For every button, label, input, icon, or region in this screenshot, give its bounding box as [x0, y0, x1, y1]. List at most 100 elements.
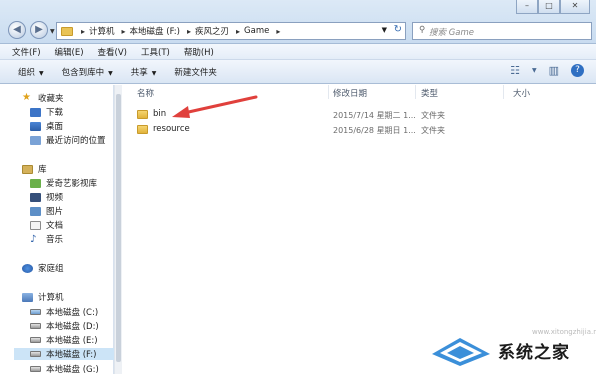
download-icon — [30, 107, 41, 117]
caret-down-icon: ▼ — [108, 69, 113, 77]
menu-edit[interactable]: 编辑(E) — [55, 46, 84, 58]
chevron-right-icon[interactable]: ▸ — [187, 27, 191, 36]
menu-bar: 文件(F) 编辑(E) 查看(V) 工具(T) 帮助(H) — [0, 44, 596, 60]
organize-button[interactable]: 组织 ▼ — [18, 66, 44, 78]
caret-down-icon[interactable]: ▼ — [532, 67, 537, 74]
column-divider[interactable] — [328, 85, 329, 99]
chevron-right-icon[interactable]: ▸ — [236, 27, 240, 36]
toolbar-right: ☷ ▼ ▥ ? — [498, 64, 584, 77]
column-divider[interactable] — [503, 85, 504, 99]
library-icon — [22, 164, 33, 174]
annotation-arrow — [172, 95, 258, 118]
sidebar-item-drive-f[interactable]: 本地磁盘 (F:) — [14, 348, 114, 360]
folder-icon — [61, 26, 73, 36]
view-options-icon[interactable]: ☷ — [510, 64, 520, 77]
sidebar-item-label: 最近访问的位置 — [46, 136, 106, 146]
chevron-right-icon[interactable]: ▸ — [122, 27, 126, 36]
column-header-modified[interactable]: 修改日期 — [333, 87, 367, 99]
sidebar-item-label: 本地磁盘 (C:) — [46, 308, 99, 318]
column-header-size[interactable]: 大小 — [513, 87, 530, 99]
sidebar-item-pictures[interactable]: 图片 — [30, 205, 63, 217]
breadcrumb-drive-f[interactable]: 本地磁盘 (F:) — [130, 25, 180, 37]
share-button[interactable]: 共享 ▼ — [131, 66, 157, 78]
star-icon: ★ — [22, 91, 31, 103]
sidebar-item-drive-c[interactable]: 本地磁盘 (C:) — [30, 306, 98, 318]
breadcrumb-computer[interactable]: 计算机 — [89, 25, 115, 37]
title-bar: – □ ✕ ◀ ▶ ▼ ▸ 计算机 ▸ 本地磁盘 (F:) ▸ 疾风之刃 ▸ G… — [0, 0, 596, 44]
sidebar-item-desktop[interactable]: 桌面 — [30, 120, 63, 132]
file-type: 文件夹 — [421, 111, 445, 120]
video-icon — [30, 192, 41, 202]
preview-pane-icon[interactable]: ▥ — [549, 64, 559, 77]
sidebar-item-downloads[interactable]: 下载 — [30, 106, 63, 118]
menu-tools[interactable]: 工具(T) — [141, 46, 170, 58]
breadcrumb-game[interactable]: Game — [244, 26, 269, 36]
search-placeholder: 搜索 Game — [429, 28, 475, 38]
sidebar-item-label: 本地磁盘 (D:) — [46, 322, 99, 332]
sidebar-item-computer[interactable]: 计算机 — [22, 291, 64, 303]
sidebar-item-label: 桌面 — [46, 122, 64, 132]
sidebar-item-label: 文档 — [46, 221, 64, 231]
desktop-icon — [30, 121, 41, 131]
video-library-icon — [30, 178, 41, 188]
navigation-pane: ★ 收藏夹 下载 桌面 最近访问的位置 库 爱奇艺影视库 视频 图片 文档 ♪ 音乐… — [0, 85, 114, 374]
watermark-logo — [432, 338, 490, 366]
sidebar-item-recent[interactable]: 最近访问的位置 — [30, 134, 106, 146]
sidebar-item-favorites[interactable]: ★ 收藏夹 — [22, 92, 64, 104]
column-divider[interactable] — [415, 85, 416, 99]
recent-pages-dropdown[interactable]: ▼ — [50, 28, 55, 35]
drive-icon — [30, 366, 41, 372]
sidebar-item-iqiyi[interactable]: 爱奇艺影视库 — [30, 177, 97, 189]
include-library-label: 包含到库中 — [61, 67, 105, 78]
sidebar-item-documents[interactable]: 文档 — [30, 219, 63, 231]
address-bar[interactable]: ▸ 计算机 ▸ 本地磁盘 (F:) ▸ 疾风之刃 ▸ Game ▸ ▼ ↻ — [56, 22, 406, 40]
picture-icon — [30, 206, 41, 216]
file-modified: 2015/6/28 星期日 1... — [333, 126, 416, 135]
refresh-icon[interactable]: ↻ — [394, 24, 402, 35]
watermark-text: 系统之家 — [498, 343, 570, 363]
sidebar-item-label: 视频 — [46, 193, 64, 203]
sidebar-item-drive-d[interactable]: 本地磁盘 (D:) — [30, 320, 99, 332]
column-header-type[interactable]: 类型 — [421, 87, 438, 99]
breadcrumb-game-root[interactable]: 疾风之刃 — [195, 25, 229, 37]
search-input[interactable]: ⚲ 搜索 Game — [412, 22, 592, 40]
column-header-name[interactable]: 名称 — [137, 87, 154, 99]
caret-down-icon: ▼ — [39, 69, 44, 77]
drive-icon — [30, 309, 41, 315]
sidebar-item-homegroup[interactable]: 家庭组 — [22, 262, 64, 274]
include-in-library-button[interactable]: 包含到库中 ▼ — [62, 66, 113, 78]
file-row-resource[interactable]: resource — [137, 122, 190, 136]
help-icon[interactable]: ? — [571, 64, 584, 77]
sidebar-item-videos[interactable]: 视频 — [30, 191, 63, 203]
document-icon — [30, 220, 41, 230]
organize-label: 组织 — [18, 67, 36, 78]
close-button[interactable]: ✕ — [560, 0, 590, 14]
minimize-button[interactable]: – — [516, 0, 538, 14]
back-button[interactable]: ◀ — [8, 21, 26, 39]
chevron-right-icon: ▸ — [81, 26, 86, 36]
forward-button[interactable]: ▶ — [30, 21, 48, 39]
address-dropdown-icon[interactable]: ▼ — [382, 26, 387, 34]
menu-view[interactable]: 查看(V) — [98, 46, 127, 58]
file-modified: 2015/7/14 星期二 1... — [333, 111, 416, 120]
watermark-url: www.xitongzhijia.net — [532, 328, 596, 336]
sidebar-item-drive-e[interactable]: 本地磁盘 (E:) — [30, 334, 98, 346]
maximize-button[interactable]: □ — [538, 0, 560, 14]
command-toolbar: 组织 ▼ 包含到库中 ▼ 共享 ▼ 新建文件夹 ☷ ▼ ▥ ? — [0, 60, 596, 84]
folder-icon — [137, 109, 148, 119]
file-row-bin[interactable]: bin — [137, 107, 166, 121]
new-folder-button[interactable]: 新建文件夹 — [174, 66, 217, 78]
menu-help[interactable]: 帮助(H) — [184, 46, 214, 58]
sidebar-scrollbar-thumb[interactable] — [116, 94, 121, 362]
file-name: resource — [153, 124, 190, 134]
sidebar-item-libraries[interactable]: 库 — [22, 163, 47, 175]
sidebar-item-music[interactable]: ♪ 音乐 — [30, 233, 63, 245]
drive-icon — [30, 337, 41, 343]
drive-icon — [30, 351, 41, 357]
drive-icon — [30, 323, 41, 329]
sidebar-item-drive-g[interactable]: 本地磁盘 (G:) — [30, 363, 99, 374]
folder-icon — [137, 124, 148, 134]
recent-places-icon — [30, 135, 41, 145]
menu-file[interactable]: 文件(F) — [12, 46, 41, 58]
chevron-right-icon[interactable]: ▸ — [276, 27, 280, 36]
